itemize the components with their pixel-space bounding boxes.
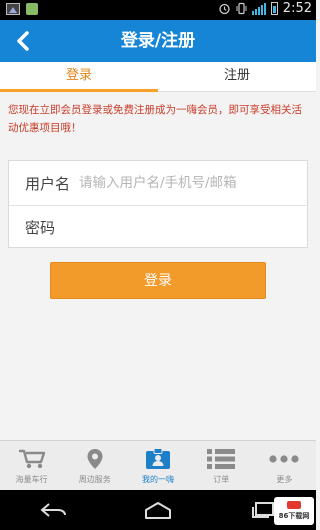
login-form: 用户名 密码 [8, 160, 308, 248]
cart-icon [18, 449, 45, 469]
nav-label: 周边服务 [78, 475, 111, 484]
list-icon [207, 449, 236, 469]
password-row: 密码 [9, 205, 307, 249]
login-button[interactable]: 登录 [50, 262, 266, 299]
alarm-icon [219, 3, 230, 15]
back-key-icon [40, 503, 66, 517]
nav-label: 更多 [276, 475, 293, 484]
nav-item-more[interactable]: 更多 [253, 441, 316, 490]
nav-item-car-rental[interactable]: 海量车行 [0, 441, 63, 490]
tab-bar: 登录 注册 [0, 62, 316, 92]
username-input[interactable] [79, 175, 307, 191]
app-header: 登录/注册 [0, 20, 316, 62]
password-label: 密码 [25, 219, 56, 237]
password-input[interactable] [79, 219, 307, 236]
status-left-icons [6, 3, 38, 15]
location-pin-icon [87, 449, 103, 469]
status-time: 2:52 [282, 1, 312, 16]
my-account-icon [146, 448, 170, 469]
watermark-logo [287, 501, 301, 509]
nav-item-orders[interactable]: 订单 [190, 441, 253, 490]
bottom-nav: 海量车行 周边服务 我的一嗨 订单 更多 [0, 440, 316, 490]
system-nav-bar [0, 490, 316, 530]
status-right-icons: 2:52 [218, 1, 312, 16]
nav-label: 我的一嗨 [142, 475, 174, 484]
nav-item-my-account[interactable]: 我的一嗨 [126, 441, 189, 490]
username-label: 用户名 [25, 174, 71, 193]
username-row: 用户名 [9, 161, 307, 205]
nav-item-nearby[interactable]: 周边服务 [63, 441, 126, 490]
tab-login[interactable]: 登录 [0, 62, 158, 92]
nav-label: 海量车行 [15, 475, 48, 484]
system-back-key[interactable] [23, 495, 83, 525]
image-notification-icon [6, 3, 20, 15]
vibrate-icon [236, 2, 247, 15]
watermark-text: 86下载网 [278, 512, 310, 520]
watermark-badge: 86下载网 [274, 497, 314, 525]
signal-icon [251, 2, 266, 15]
tab-register[interactable]: 注册 [158, 62, 316, 91]
system-home-key[interactable] [128, 495, 188, 525]
more-dots-icon [269, 455, 300, 463]
status-bar: 2:52 [0, 0, 316, 20]
page-title: 登录/注册 [120, 31, 196, 51]
home-key-icon [144, 502, 171, 519]
nav-label: 订单 [213, 475, 230, 484]
member-notice-text: 您现在立即会员登录或免费注册成为一嗨会员，即可享受相关活动优惠项目哦！ [8, 104, 302, 134]
shopping-bag-icon [26, 3, 38, 15]
battery-icon [270, 2, 278, 15]
